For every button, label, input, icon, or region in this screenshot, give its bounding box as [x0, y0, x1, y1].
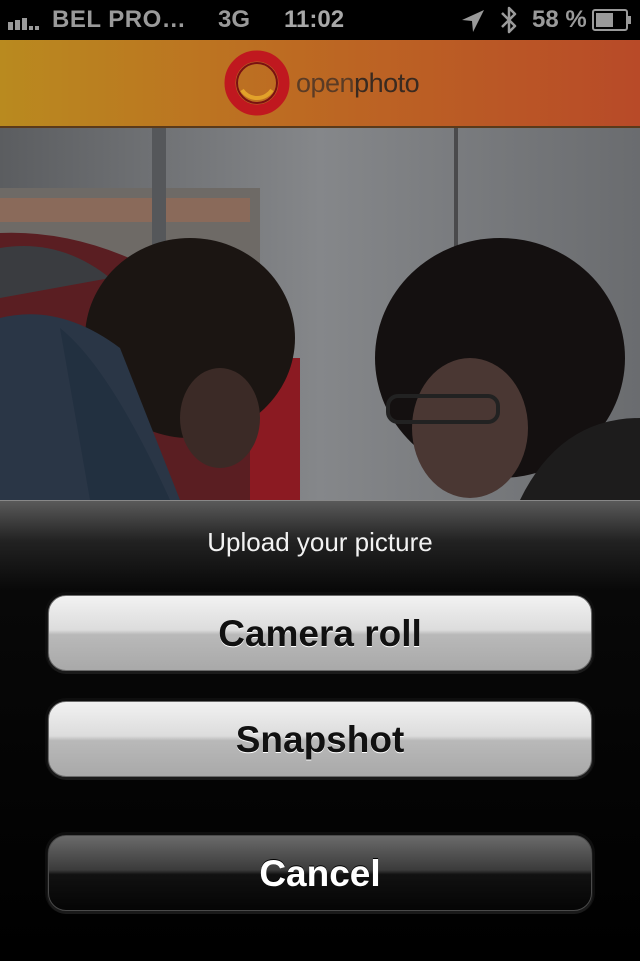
photo-image: [0, 128, 640, 500]
status-bar: BEL PRO… 3G 11:02 58 %: [0, 0, 640, 40]
app-header: openphoto: [0, 40, 640, 128]
logo-wordmark: openphoto: [296, 68, 420, 98]
location-arrow-icon: [462, 10, 484, 32]
openphoto-ring-icon: [224, 50, 290, 116]
openphoto-logo: openphoto: [224, 50, 424, 116]
cancel-button[interactable]: Cancel: [48, 835, 592, 911]
photo-preview: [0, 128, 640, 500]
clock: 11:02: [284, 6, 345, 33]
battery-percent: 58 %: [532, 6, 587, 33]
bluetooth-icon: [501, 6, 517, 34]
action-sheet: Upload your picture Camera roll Snapshot…: [0, 500, 640, 961]
signal-bars-icon: [8, 18, 39, 30]
carrier-name: BEL PRO…: [52, 6, 187, 33]
snapshot-button[interactable]: Snapshot: [48, 701, 592, 777]
action-sheet-title: Upload your picture: [207, 527, 433, 557]
network-type: 3G: [218, 6, 251, 33]
camera-roll-button[interactable]: Camera roll: [48, 595, 592, 671]
battery-icon: [592, 9, 631, 31]
